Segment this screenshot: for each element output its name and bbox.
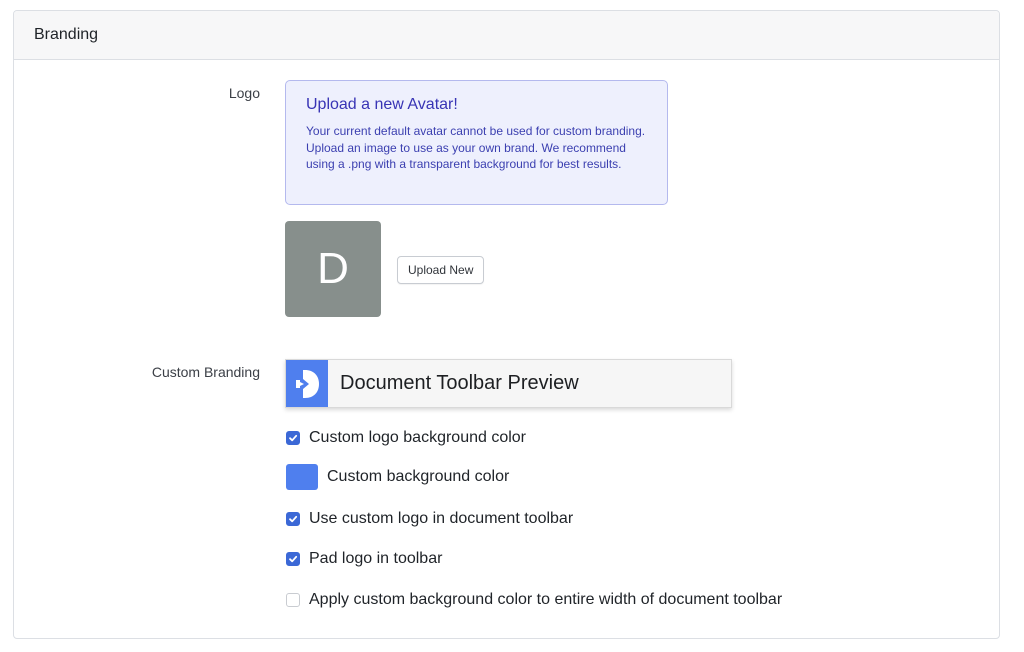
checkbox-unchecked-icon[interactable] <box>286 593 300 607</box>
full-width-bg-option[interactable]: Apply custom background color to entire … <box>286 591 782 609</box>
pad-logo-option[interactable]: Pad logo in toolbar <box>286 550 442 568</box>
toolbar-preview: Document Toolbar Preview <box>285 359 732 408</box>
checkbox-checked-icon[interactable] <box>286 512 300 526</box>
option-label: Pad logo in toolbar <box>309 550 443 567</box>
custom-bg-color-option[interactable]: Custom background color <box>286 464 509 490</box>
logo-label: Logo <box>228 85 260 101</box>
checkbox-checked-icon[interactable] <box>286 552 300 566</box>
avatar: D <box>285 221 381 317</box>
use-custom-logo-option[interactable]: Use custom logo in document toolbar <box>286 510 573 528</box>
option-label: Use custom logo in document toolbar <box>309 510 574 527</box>
preview-title: Document Toolbar Preview <box>340 372 579 394</box>
notice-title: Upload a new Avatar! <box>306 96 458 113</box>
avatar-notice: Upload a new Avatar! Your current defaul… <box>285 80 668 205</box>
panel-title: Branding <box>34 26 99 43</box>
custom-branding-label: Custom Branding <box>151 364 260 380</box>
branding-panel: Branding Logo Upload a new Avatar! Your … <box>13 10 1000 639</box>
panel-header: Branding <box>14 11 999 60</box>
checkbox-checked-icon[interactable] <box>286 431 300 445</box>
option-label: Apply custom background color to entire … <box>309 591 783 608</box>
color-swatch[interactable] <box>286 464 318 490</box>
upload-new-button[interactable]: Upload New <box>397 256 485 284</box>
option-label: Custom background color <box>327 468 510 485</box>
custom-logo-bg-option[interactable]: Custom logo background color <box>286 429 526 447</box>
option-label: Custom logo background color <box>309 429 527 446</box>
notice-body: Your current default avatar cannot be us… <box>306 124 646 171</box>
document-logo-icon <box>286 360 328 407</box>
